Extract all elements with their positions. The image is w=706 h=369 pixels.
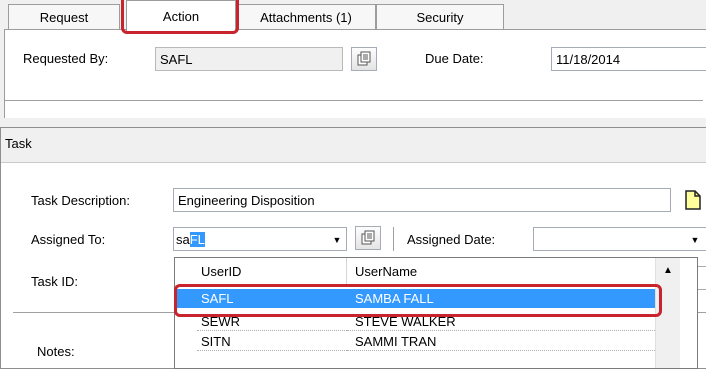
request-panel: Requested By: SAFL Due Date: 11/18/2014	[4, 29, 706, 118]
requested-by-label: Requested By:	[23, 51, 109, 66]
column-header-username[interactable]: UserName	[347, 258, 655, 285]
username-cell	[347, 354, 655, 368]
task-group-title: Task	[5, 136, 32, 151]
new-note-button[interactable]	[679, 186, 706, 214]
notes-label: Notes:	[37, 344, 75, 359]
selected-row-highlight	[174, 284, 662, 317]
assigned-to-combo[interactable]: sa FL ▼	[173, 227, 347, 251]
list-item[interactable]: SITN SAMMI TRAN	[175, 332, 655, 351]
divider	[5, 100, 703, 105]
requested-by-lookup-button[interactable]	[351, 47, 377, 71]
userid-cell: SITN	[197, 332, 347, 351]
chevron-down-icon: ▼	[332, 235, 342, 245]
task-id-label: Task ID:	[31, 274, 78, 289]
tab-security[interactable]: Security	[376, 4, 504, 30]
due-date-field[interactable]: 11/18/2014	[551, 47, 706, 71]
action-tab-highlight	[121, 0, 239, 34]
vertical-divider	[393, 227, 394, 251]
chevron-down-icon: ▼	[690, 235, 700, 245]
task-header: Task	[1, 128, 706, 163]
dropdown-header: UserID UserName	[175, 258, 655, 286]
tab-request[interactable]: Request	[8, 4, 120, 30]
scroll-up-button[interactable]: ▲	[656, 258, 680, 282]
due-date-label: Due Date:	[425, 51, 484, 66]
task-description-field[interactable]: Engineering Disposition	[173, 188, 671, 212]
assigned-to-dropdown-button[interactable]: ▼	[329, 229, 345, 251]
task-description-label: Task Description:	[31, 193, 130, 208]
lookup-icon	[357, 51, 371, 66]
assigned-to-selected-text: FL	[189, 231, 205, 247]
username-cell: SAMMI TRAN	[347, 332, 655, 351]
requested-by-field[interactable]: SAFL	[155, 47, 343, 71]
note-icon	[685, 190, 701, 210]
chevron-up-icon: ▲	[663, 264, 673, 276]
assigned-to-lookup-button[interactable]	[355, 226, 381, 250]
assigned-date-dropdown-button[interactable]: ▼	[687, 229, 703, 251]
list-item-partial[interactable]	[175, 354, 655, 368]
assigned-date-label: Assigned Date:	[407, 232, 496, 247]
tab-strip: Request Action Attachments (1) Security	[0, 0, 706, 31]
assigned-to-label: Assigned To:	[31, 232, 106, 247]
column-header-userid[interactable]: UserID	[175, 258, 347, 285]
assigned-date-field[interactable]: ▼	[533, 227, 706, 251]
userid-cell	[197, 354, 347, 368]
tab-attachments[interactable]: Attachments (1)	[236, 4, 376, 30]
lookup-icon	[361, 230, 375, 245]
assigned-to-typed-text: sa	[176, 231, 190, 247]
